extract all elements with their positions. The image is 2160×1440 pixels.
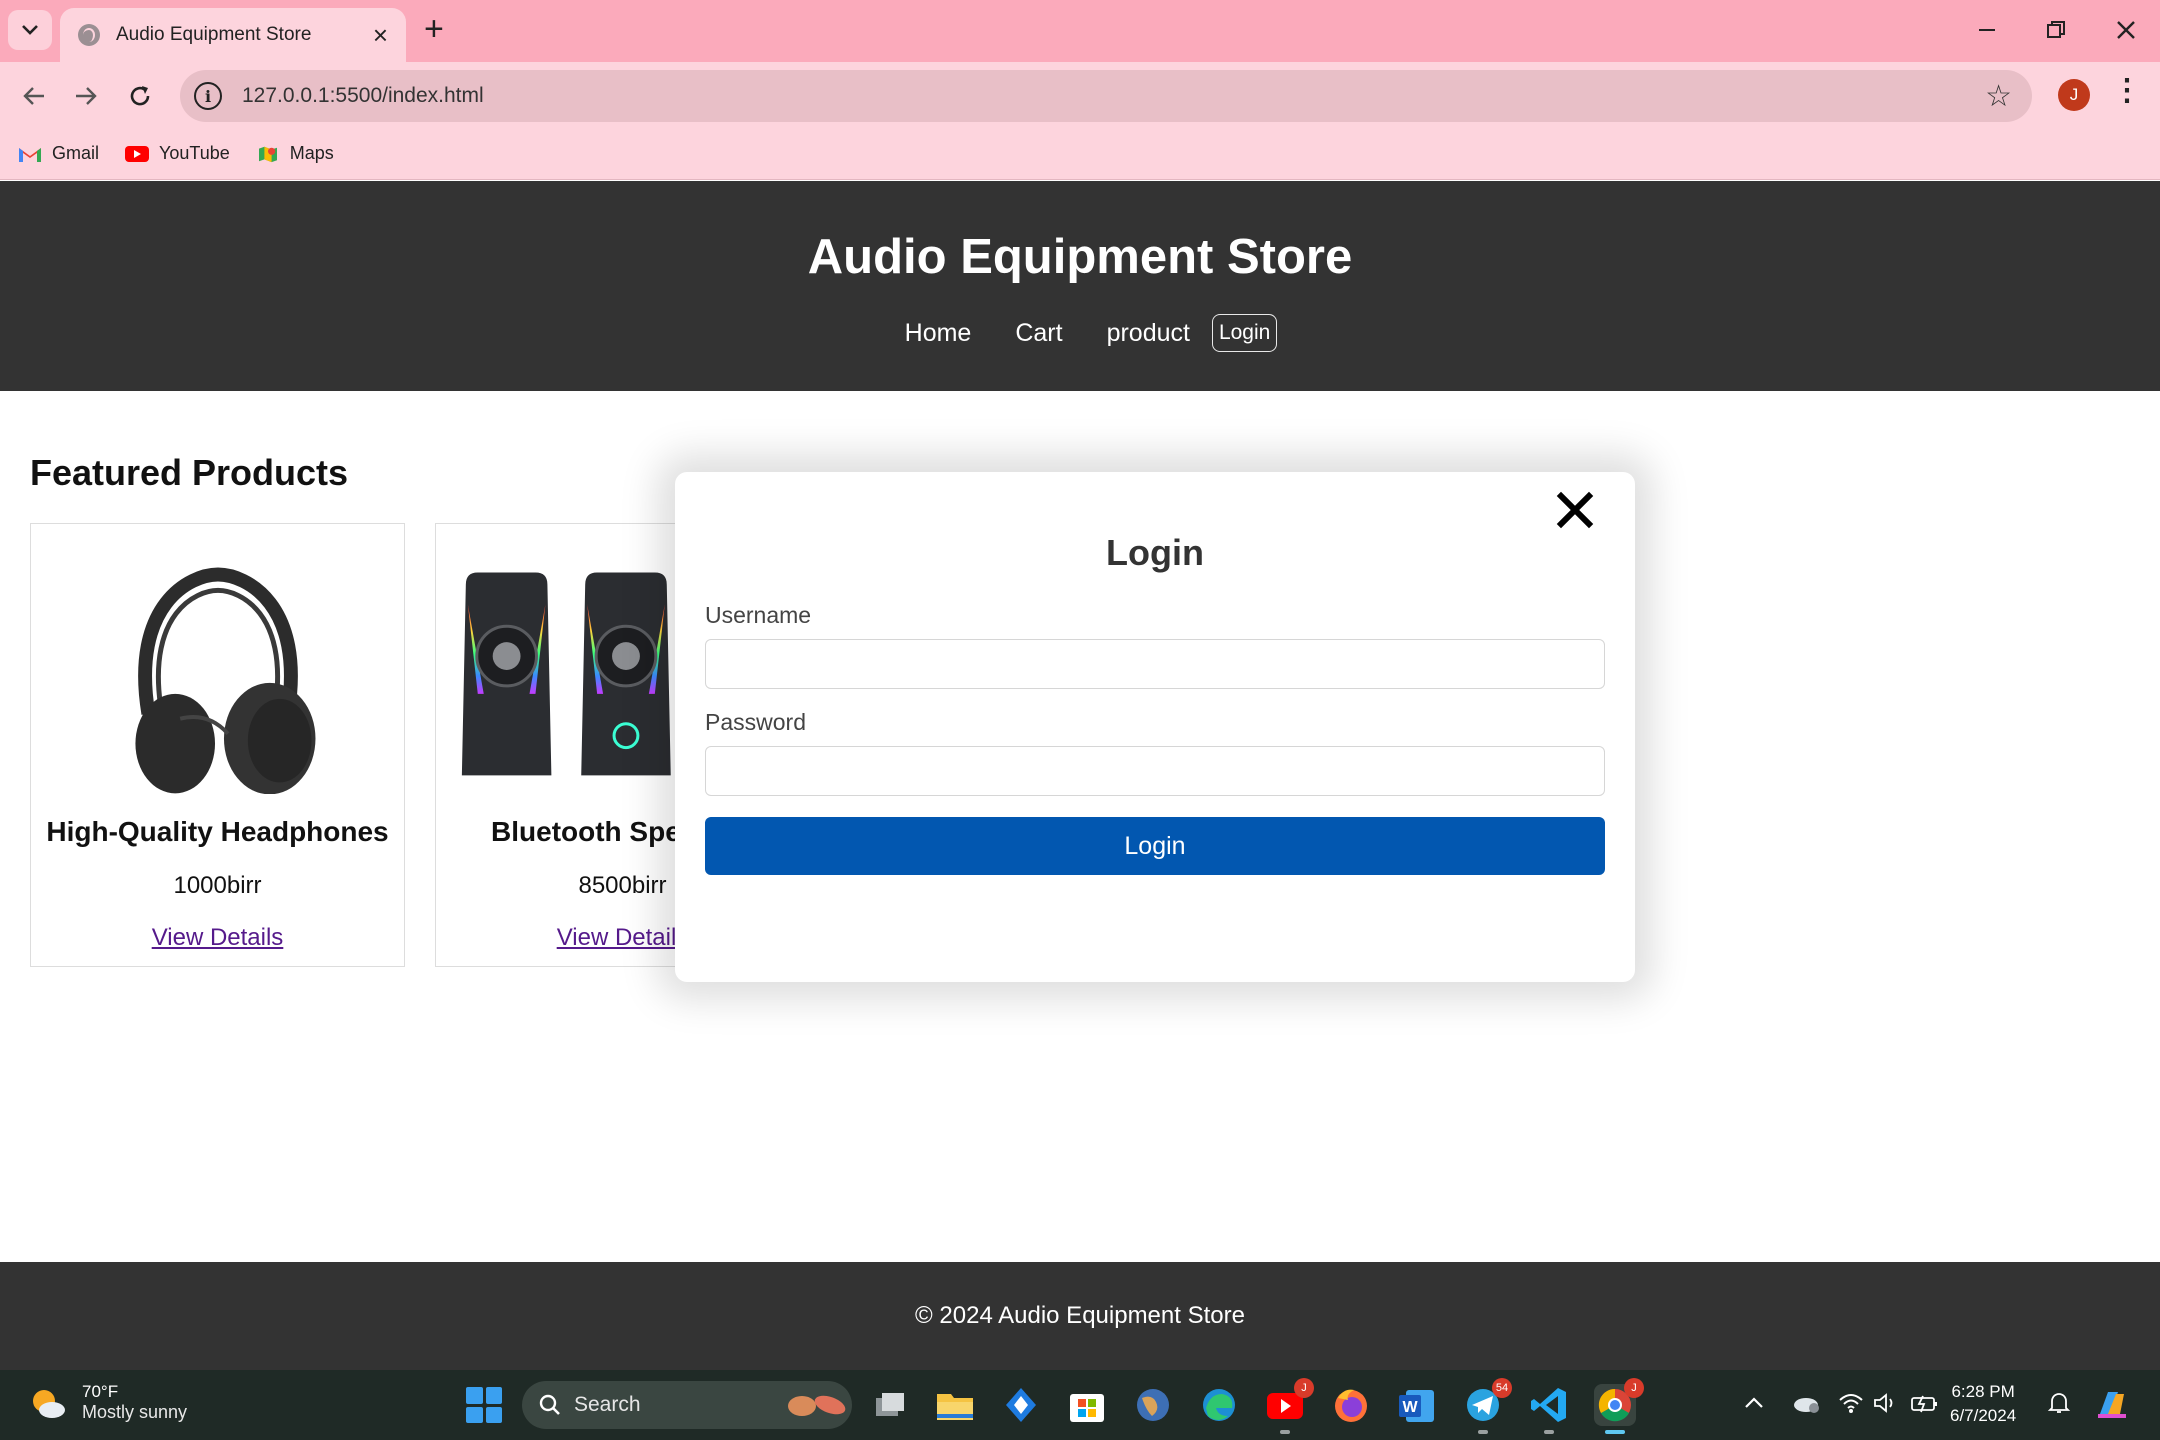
bookmark-label: Maps [289, 143, 334, 163]
notification-badge: J [1624, 1378, 1644, 1398]
volume-icon[interactable] [1872, 1392, 1898, 1420]
clock-time: 6:28 PM [1951, 1382, 2015, 1401]
weather-temperature: 70°F [82, 1382, 119, 1401]
profile-avatar[interactable]: J [2058, 79, 2090, 111]
password-label: Password [705, 709, 806, 735]
vscode-icon[interactable] [1528, 1384, 1570, 1434]
site-info-icon[interactable]: i [194, 82, 222, 110]
login-modal: Login Username Password Login [675, 472, 1635, 982]
notification-badge: 54 [1492, 1378, 1512, 1398]
running-indicator [1478, 1430, 1488, 1434]
word-icon[interactable]: W [1396, 1384, 1438, 1426]
onedrive-icon[interactable] [1790, 1392, 1820, 1420]
copilot-icon[interactable] [2092, 1384, 2132, 1430]
reload-icon[interactable] [120, 76, 160, 116]
product-price: 1000birr [173, 872, 262, 899]
product-card: High-Quality Headphones 1000birr View De… [30, 523, 405, 967]
bookmarks-bar: Gmail YouTube Maps [0, 128, 2160, 180]
bookmark-star-icon[interactable]: ☆ [1985, 79, 2012, 114]
chevron-up-icon[interactable] [1744, 1392, 1764, 1415]
system-clock[interactable]: 6:28 PM 6/7/2024 [1950, 1380, 2016, 1428]
new-tab-icon[interactable]: + [424, 12, 444, 46]
bookmark-label: Gmail [52, 143, 100, 163]
bookmark-youtube[interactable]: YouTube [125, 143, 230, 164]
notification-badge: J [1294, 1378, 1314, 1398]
close-icon[interactable] [1555, 488, 1595, 532]
password-input[interactable] [705, 746, 1605, 796]
tab-title: Audio Equipment Store [116, 24, 312, 45]
username-input[interactable] [705, 639, 1605, 689]
close-tab-icon[interactable]: × [373, 22, 388, 48]
chevron-down-icon [22, 25, 38, 35]
close-window-icon[interactable] [2096, 10, 2156, 50]
wifi-icon[interactable] [1838, 1392, 1864, 1420]
running-indicator [1280, 1430, 1290, 1434]
windows-start-icon[interactable] [466, 1387, 502, 1423]
bookmark-label: YouTube [159, 143, 230, 163]
url-text[interactable]: 127.0.0.1:5500/index.html [242, 84, 1985, 108]
tab-search-button[interactable] [8, 10, 52, 50]
maps-icon [258, 146, 277, 162]
site-nav: Home Cart product Login [0, 314, 2160, 352]
browser-toolbar: i 127.0.0.1:5500/index.html ☆ J ⋮ [0, 62, 2160, 128]
browser-menu-icon[interactable]: ⋮ [2112, 76, 2142, 106]
minimize-icon[interactable] [1958, 10, 2018, 50]
view-details-link[interactable]: View Details [31, 924, 404, 952]
notification-bell-icon[interactable] [2046, 1390, 2072, 1422]
chrome-icon[interactable]: J [1594, 1378, 1644, 1434]
browser-tab-strip: Audio Equipment Store × + [0, 0, 2160, 62]
featured-products-heading: Featured Products [30, 452, 349, 493]
product-name: High-Quality Headphones [46, 816, 389, 847]
forward-icon[interactable] [66, 76, 106, 116]
battery-icon[interactable] [1910, 1392, 1940, 1420]
browser-globe-icon[interactable] [1132, 1384, 1174, 1426]
bookmark-gmail[interactable]: Gmail [18, 143, 99, 164]
nav-login-button[interactable]: Login [1211, 314, 1278, 352]
edge-icon[interactable] [1198, 1384, 1240, 1426]
browser-tab[interactable]: Audio Equipment Store × [60, 8, 406, 62]
telegram-icon[interactable]: 54 [1462, 1378, 1512, 1434]
weather-description: Mostly sunny [82, 1402, 188, 1422]
modal-title: Login [1106, 532, 1204, 573]
headphones-image [135, 567, 316, 794]
partly-sunny-icon [33, 1389, 65, 1418]
windows-taskbar: 70°F Mostly sunny Search J W 54 J 6:28 P… [0, 1370, 2160, 1440]
site-header: Audio Equipment Store Home Cart product … [0, 181, 2160, 391]
microsoft-store-icon[interactable] [1066, 1384, 1108, 1426]
youtube-icon [125, 145, 150, 162]
app-diamond-icon[interactable] [1000, 1384, 1042, 1426]
username-label: Username [705, 602, 812, 628]
search-highlight-icon [788, 1395, 846, 1416]
nav-cart-link[interactable]: Cart [1015, 319, 1062, 348]
task-view-icon[interactable] [868, 1384, 910, 1426]
taskbar-search[interactable]: Search [522, 1381, 852, 1429]
youtube-app-icon[interactable]: J [1264, 1378, 1314, 1434]
address-bar[interactable]: i 127.0.0.1:5500/index.html ☆ [180, 70, 2032, 122]
running-indicator [1605, 1430, 1625, 1434]
site-footer: © 2024 Audio Equipment Store [0, 1262, 2160, 1370]
clock-date: 6/7/2024 [1950, 1406, 2017, 1425]
running-indicator [1544, 1430, 1554, 1434]
search-placeholder: Search [574, 1393, 641, 1416]
nav-product-link[interactable]: product [1107, 319, 1190, 348]
nav-home-link[interactable]: Home [905, 319, 972, 348]
file-explorer-icon[interactable] [934, 1384, 976, 1426]
footer-copyright: © 2024 Audio Equipment Store [915, 1302, 1245, 1329]
site-title: Audio Equipment Store [807, 230, 1353, 284]
restore-icon[interactable] [2026, 10, 2086, 50]
bookmark-maps[interactable]: Maps [256, 143, 334, 164]
search-icon [539, 1394, 560, 1415]
firefox-icon[interactable] [1330, 1384, 1372, 1426]
back-icon[interactable] [14, 76, 54, 116]
weather-widget[interactable]: 70°F Mostly sunny [28, 1382, 187, 1423]
gmail-icon [19, 147, 41, 162]
login-submit-button[interactable]: Login [705, 817, 1605, 875]
globe-icon [78, 24, 100, 46]
svg-text:W: W [1402, 1399, 1418, 1416]
